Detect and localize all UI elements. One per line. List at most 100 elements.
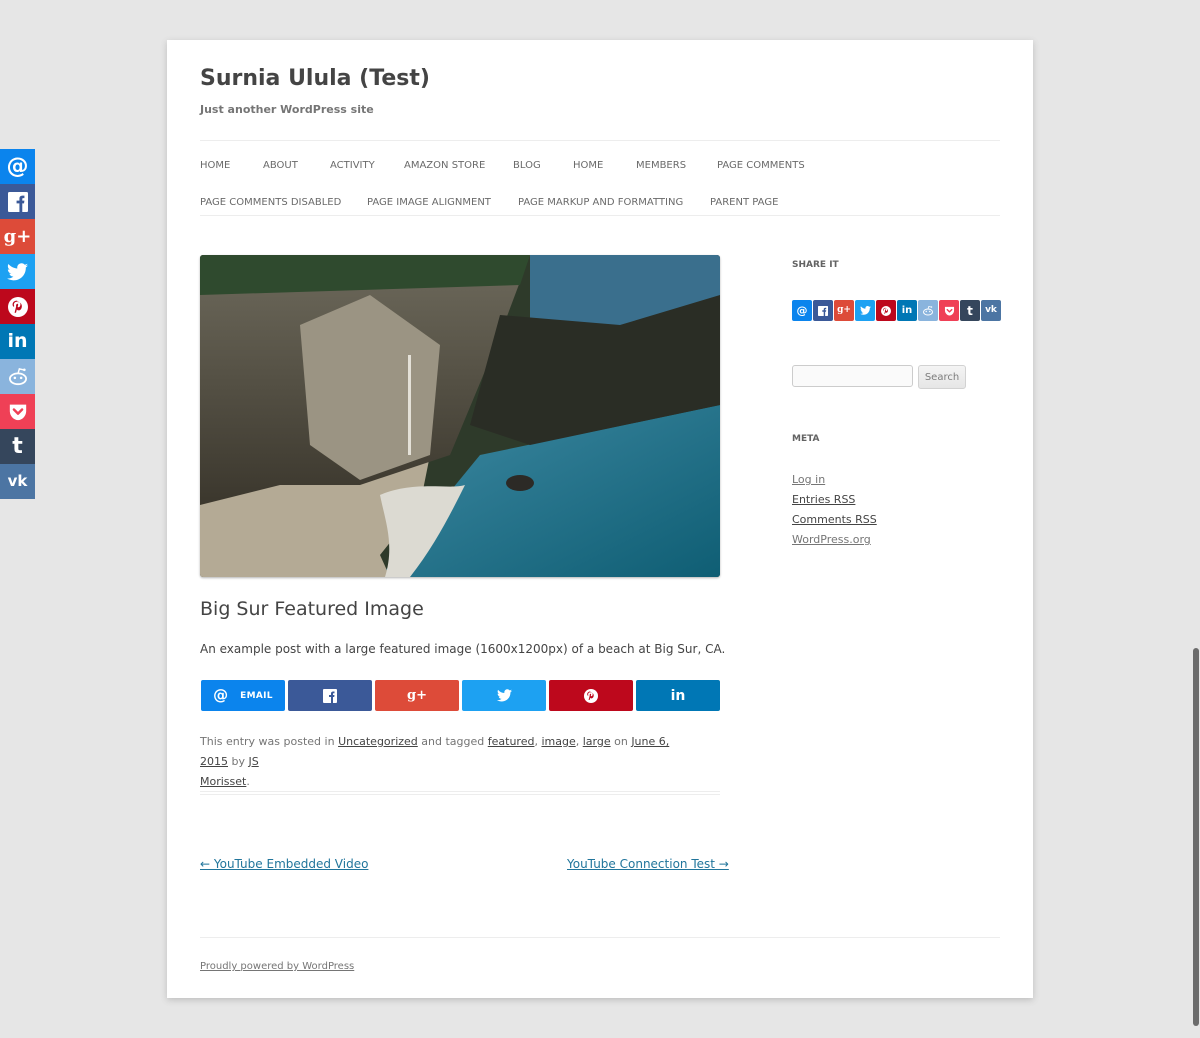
facebook-icon	[7, 191, 28, 212]
tag-link-large[interactable]: large	[583, 735, 611, 748]
sidebar-share-tumblr[interactable]: t	[960, 300, 980, 321]
search-button[interactable]: Search	[918, 365, 966, 389]
vk-icon: vk	[985, 305, 997, 315]
float-share-email[interactable]: @	[0, 149, 35, 184]
email-icon: @	[213, 686, 229, 704]
footer-credit-link[interactable]: Proudly powered by WordPress	[200, 961, 354, 972]
nav-item-members[interactable]: MEMBERS	[636, 160, 686, 171]
post-meta: This entry was posted in Uncategorized a…	[200, 735, 670, 788]
nav-item-amazon-store[interactable]: AMAZON STORE	[404, 160, 485, 171]
site-description: Just another WordPress site	[200, 103, 374, 116]
search-input[interactable]	[792, 365, 913, 387]
facebook-icon	[323, 688, 337, 703]
pocket-icon	[9, 404, 26, 420]
meta-on: on	[614, 735, 628, 748]
main-navigation: HOME ABOUT ACTIVITY AMAZON STORE BLOG HO…	[200, 140, 1000, 216]
linkedin-icon: in	[7, 330, 28, 352]
float-share-twitter[interactable]	[0, 254, 35, 289]
sidebar-share-linkedin[interactable]: in	[897, 300, 917, 321]
pinterest-icon	[584, 688, 598, 703]
googleplus-icon: g+	[407, 688, 427, 703]
float-share-tumblr[interactable]: t	[0, 429, 35, 464]
sidebar-share-facebook[interactable]	[813, 300, 833, 321]
post-share-bar: @ EMAIL g+ in	[201, 680, 721, 711]
nav-item-home[interactable]: HOME	[200, 160, 230, 171]
float-share-facebook[interactable]	[0, 184, 35, 219]
reddit-icon	[923, 305, 933, 315]
sidebar-share-pinterest[interactable]	[876, 300, 896, 321]
beach-photo	[200, 255, 720, 577]
float-share-vk[interactable]: vk	[0, 464, 35, 499]
sidebar-share-vk[interactable]: vk	[981, 300, 1001, 321]
reddit-icon	[8, 367, 27, 385]
author-last: Morisset	[200, 775, 247, 788]
nav-item-blog[interactable]: BLOG	[513, 160, 541, 171]
googleplus-icon: g+	[837, 305, 851, 315]
googleplus-icon: g+	[3, 225, 32, 247]
share-email-button[interactable]: @ EMAIL	[201, 680, 285, 711]
meta-end: .	[246, 775, 250, 788]
float-share-googleplus[interactable]: g+	[0, 219, 35, 254]
float-share-linkedin[interactable]: in	[0, 324, 35, 359]
next-post-link[interactable]: YouTube Connection Test →	[567, 857, 729, 871]
page-container: Surnia Ulula (Test) Just another WordPre…	[167, 40, 1033, 998]
vk-icon: vk	[7, 472, 28, 490]
meta-link-wordpress-org[interactable]: WordPress.org	[792, 533, 871, 546]
twitter-icon	[859, 306, 871, 315]
meta-tagged: and tagged	[421, 735, 485, 748]
linkedin-icon: in	[670, 687, 686, 704]
sidebar-share-googleplus[interactable]: g+	[834, 300, 854, 321]
email-icon: @	[6, 153, 29, 179]
meta-link-comments-rss[interactable]: Comments RSS	[792, 513, 877, 526]
meta-link-login[interactable]: Log in	[792, 473, 825, 486]
previous-post-link[interactable]: ← YouTube Embedded Video	[200, 857, 368, 871]
pinterest-icon	[881, 305, 891, 316]
float-share-reddit[interactable]	[0, 359, 35, 394]
meta-by: by	[231, 755, 246, 768]
site-title[interactable]: Surnia Ulula (Test)	[200, 66, 430, 91]
twitter-icon	[7, 262, 28, 280]
nav-item-about[interactable]: ABOUT	[263, 160, 298, 171]
nav-item-page-comments[interactable]: PAGE COMMENTS	[717, 160, 805, 171]
post-excerpt: An example post with a large featured im…	[200, 642, 726, 656]
footer-divider	[200, 937, 1000, 938]
share-email-label: EMAIL	[240, 690, 273, 701]
nav-item-activity[interactable]: ACTIVITY	[330, 160, 375, 171]
meta-widget-title: META	[792, 434, 820, 444]
tag-link-image[interactable]: image	[541, 735, 575, 748]
linkedin-icon: in	[901, 304, 913, 316]
featured-image	[200, 255, 720, 577]
post-divider	[200, 791, 720, 795]
share-pinterest-button[interactable]	[549, 680, 633, 711]
tag-link-featured[interactable]: featured	[488, 735, 535, 748]
float-share-pinterest[interactable]	[0, 289, 35, 324]
sidebar-share-email[interactable]: @	[792, 300, 812, 321]
pinterest-icon	[7, 296, 28, 317]
sidebar-share-reddit[interactable]	[918, 300, 938, 321]
twitter-icon	[496, 689, 512, 702]
sidebar-share-twitter[interactable]	[855, 300, 875, 321]
post-title[interactable]: Big Sur Featured Image	[200, 598, 424, 620]
share-facebook-button[interactable]	[288, 680, 372, 711]
meta-prefix: This entry was posted in	[200, 735, 335, 748]
scrollbar-thumb[interactable]	[1193, 648, 1199, 1026]
email-icon: @	[796, 304, 808, 317]
pocket-icon	[944, 306, 954, 316]
tumblr-icon: t	[967, 303, 973, 318]
nav-item-page-image-alignment[interactable]: PAGE IMAGE ALIGNMENT	[367, 197, 491, 208]
tumblr-icon: t	[12, 433, 23, 459]
author-first: JS	[248, 755, 259, 768]
meta-link-entries-rss[interactable]: Entries RSS	[792, 493, 855, 506]
nav-item-parent-page[interactable]: PARENT PAGE	[710, 197, 778, 208]
share-googleplus-button[interactable]: g+	[375, 680, 459, 711]
nav-item-page-comments-disabled[interactable]: PAGE COMMENTS DISABLED	[200, 197, 341, 208]
facebook-icon	[818, 305, 828, 316]
nav-item-home-2[interactable]: HOME	[573, 160, 603, 171]
share-twitter-button[interactable]	[462, 680, 546, 711]
share-widget-title: SHARE IT	[792, 260, 839, 270]
float-share-pocket[interactable]	[0, 394, 35, 429]
nav-item-page-markup-formatting[interactable]: PAGE MARKUP AND FORMATTING	[518, 197, 683, 208]
share-linkedin-button[interactable]: in	[636, 680, 720, 711]
sidebar-share-pocket[interactable]	[939, 300, 959, 321]
category-link[interactable]: Uncategorized	[338, 735, 418, 748]
